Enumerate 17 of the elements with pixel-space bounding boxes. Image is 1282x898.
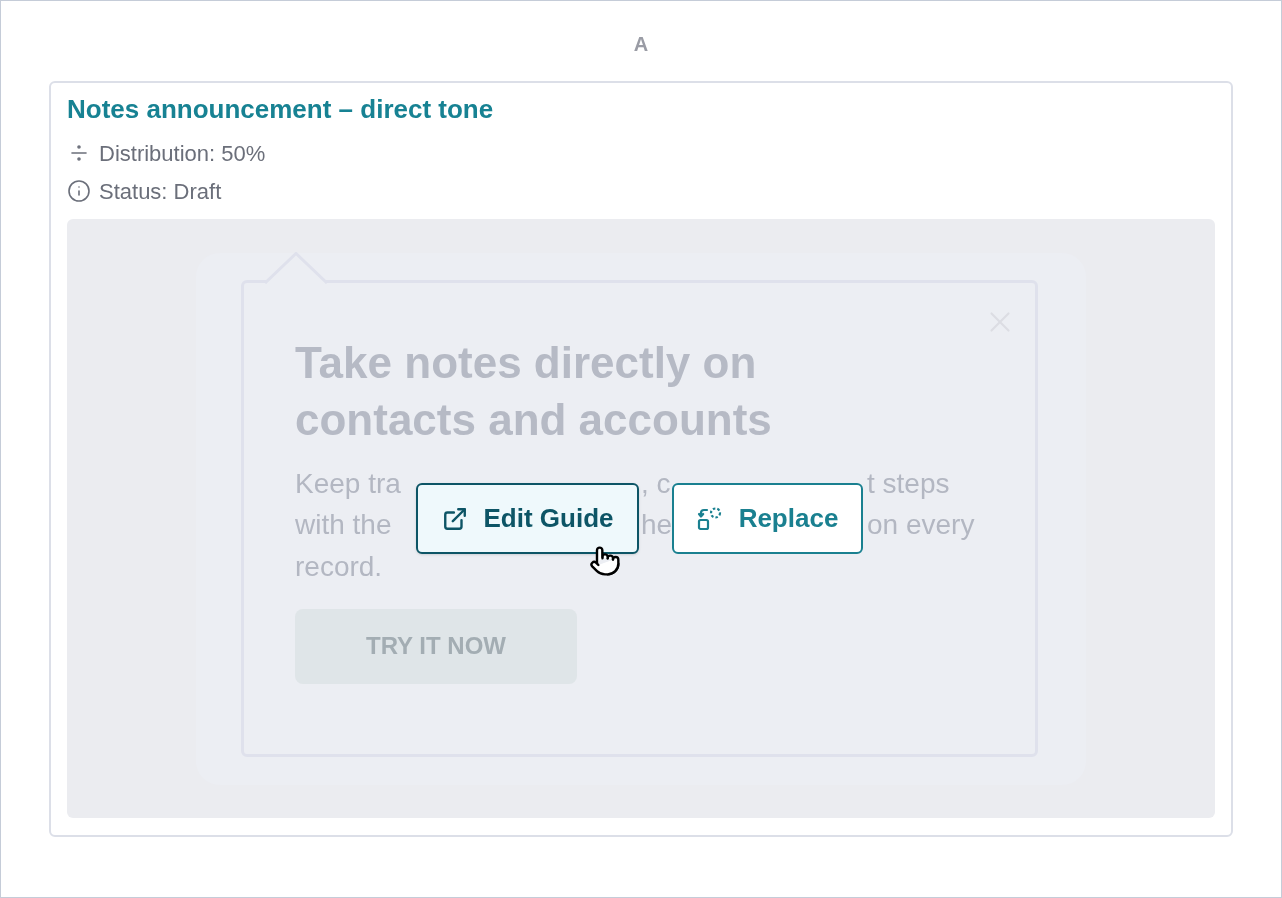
- tooltip-body-text: , c: [641, 466, 671, 501]
- info-icon: [67, 179, 91, 203]
- meta-text: Distribution: 50%: [99, 139, 266, 168]
- tooltip-body-text: record.: [295, 549, 383, 584]
- tooltip-body-text: t steps: [867, 466, 950, 501]
- section-label: A: [633, 32, 649, 57]
- variant-title: Notes announcement – direct tone: [67, 95, 494, 123]
- replace-button[interactable]: Replace: [672, 483, 863, 554]
- tooltip-body-text: Keep tra: [295, 466, 401, 501]
- edit-guide-button[interactable]: Edit Guide: [416, 483, 639, 554]
- tooltip-body-text: with the: [295, 508, 392, 543]
- swap-icon: [696, 505, 723, 532]
- hand-cursor-icon: [589, 543, 621, 579]
- external-link-icon: [441, 505, 468, 532]
- meta-text: Status: Draft: [99, 177, 222, 206]
- tooltip-body-text: he: [641, 508, 673, 543]
- tooltip-body-text: on every: [867, 508, 975, 543]
